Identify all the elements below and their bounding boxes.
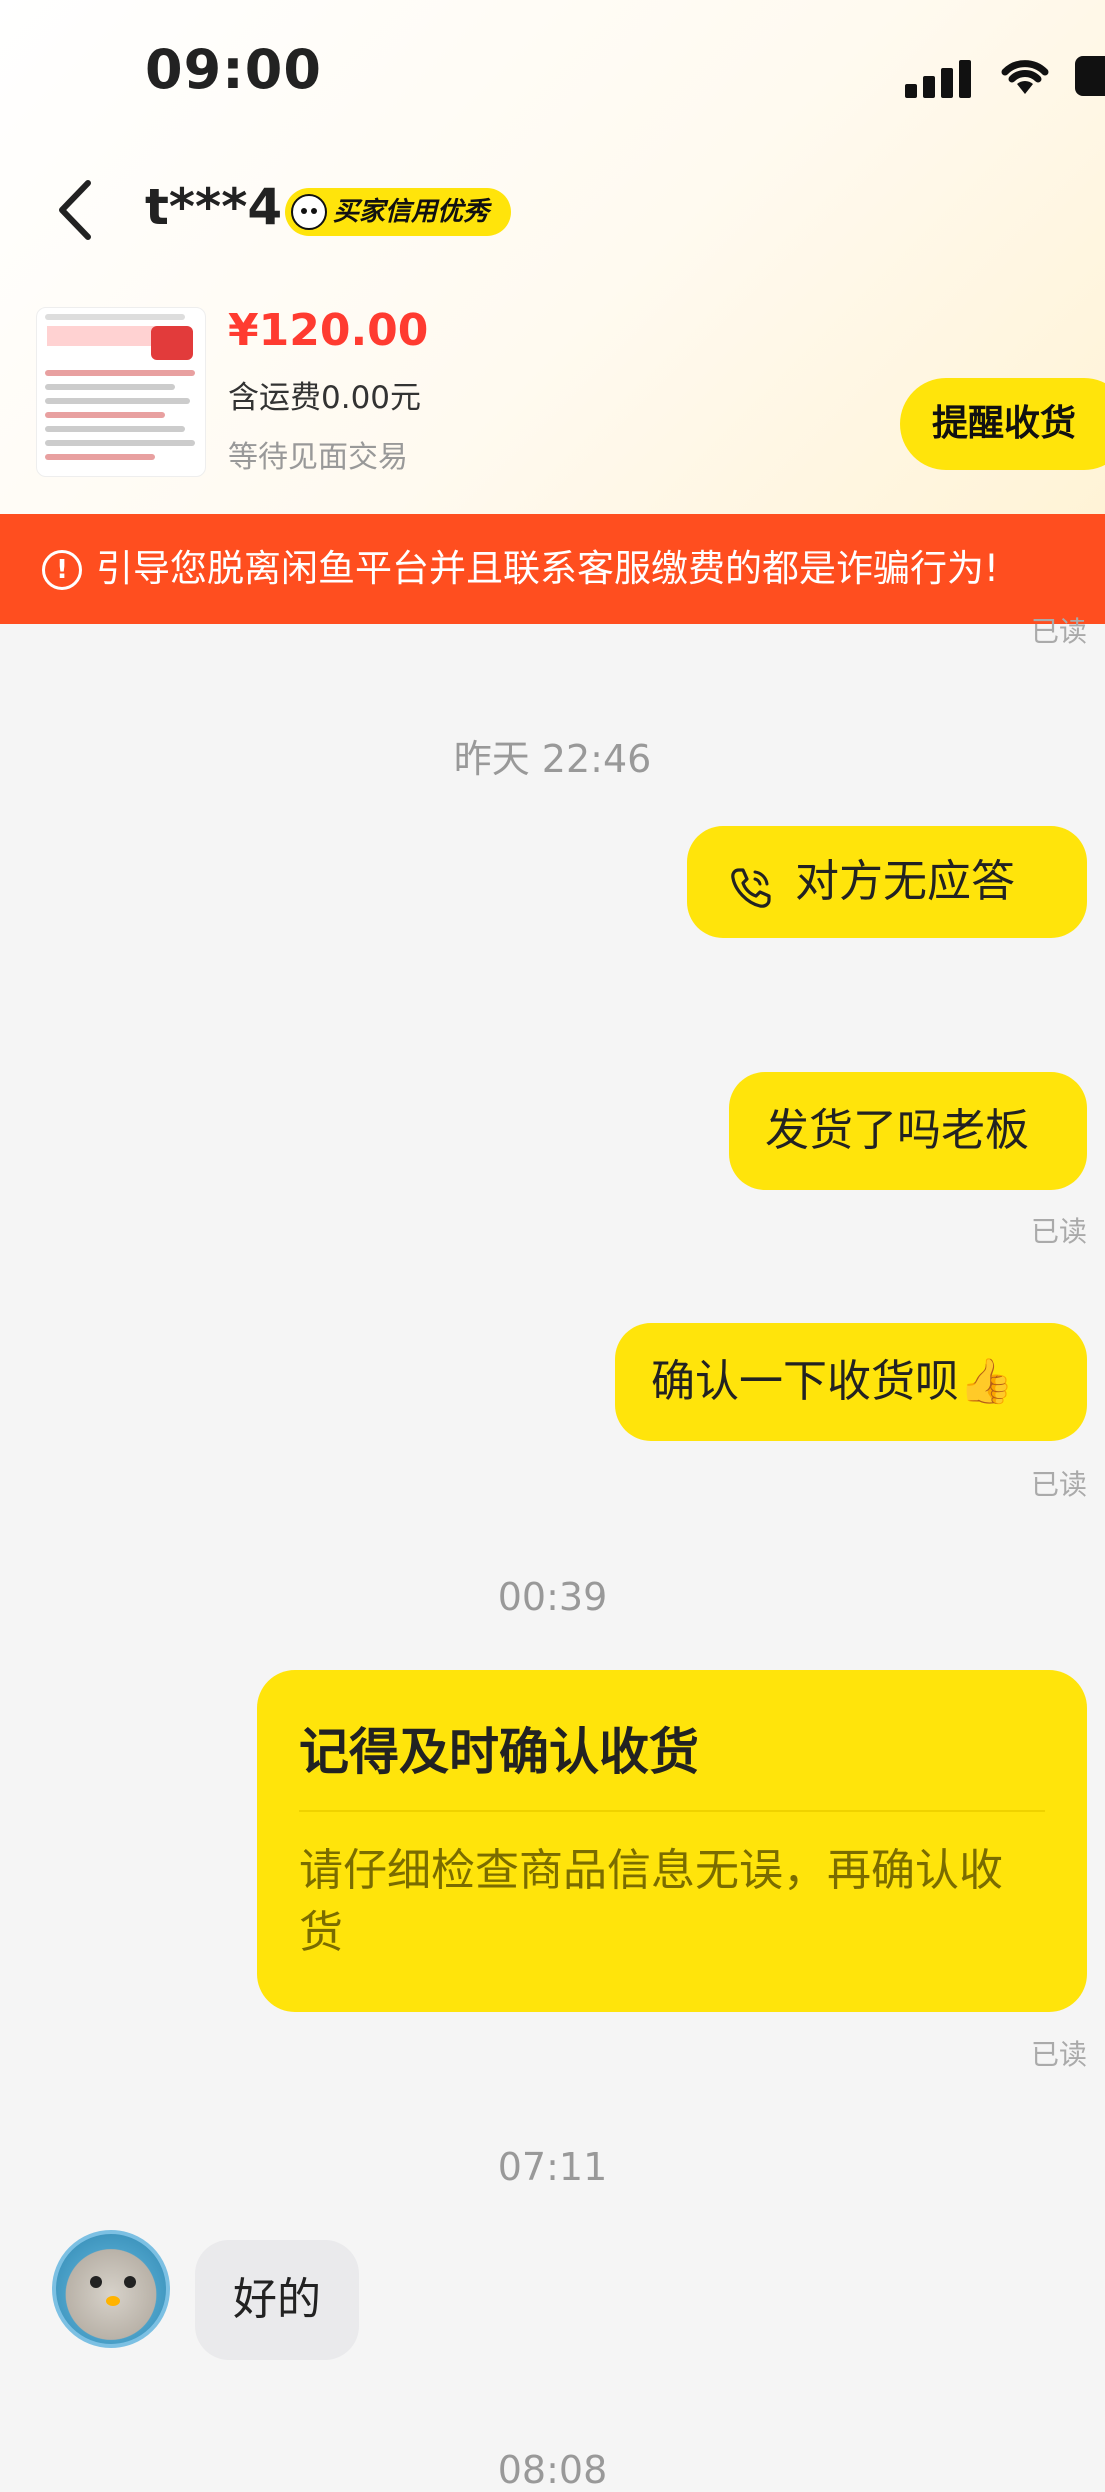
wifi-icon bbox=[1001, 60, 1049, 94]
warning-icon: ! bbox=[42, 550, 82, 590]
remind-receipt-button[interactable]: 提醒收货 bbox=[900, 378, 1105, 470]
message-bubble[interactable]: 发货了吗老板 bbox=[729, 1072, 1087, 1190]
credit-badge[interactable]: 买家信用优秀 bbox=[285, 188, 512, 236]
status-icons bbox=[905, 50, 1105, 100]
chat-partner-name[interactable]: t***4 bbox=[145, 178, 282, 236]
card-divider bbox=[299, 1810, 1045, 1812]
trade-status: 等待见面交易 bbox=[228, 440, 408, 475]
chat-timestamp: 昨天 22:46 bbox=[453, 737, 652, 781]
product-price: ¥120.00 bbox=[228, 305, 429, 356]
phone-call-icon bbox=[731, 868, 771, 908]
warning-text: 引导您脱离闲鱼平台并且联系客服缴费的都是诈骗行为! bbox=[96, 547, 999, 590]
read-receipt: 已读 bbox=[1030, 615, 1087, 648]
card-title: 记得及时确认收货 bbox=[299, 1723, 699, 1781]
confirm-receipt-card[interactable]: 记得及时确认收货 请仔细检查商品信息无误，再确认收货 bbox=[257, 1670, 1087, 2012]
signal-icon bbox=[905, 58, 975, 98]
card-body: 请仔细检查商品信息无误，再确认收货 bbox=[299, 1845, 1003, 1958]
chat-timestamp: 00:39 bbox=[497, 1575, 608, 1619]
message-bubble[interactable]: 确认一下收货呗👍 bbox=[615, 1323, 1087, 1441]
call-message-bubble[interactable]: 对方无应答 bbox=[687, 826, 1087, 938]
call-status-text: 对方无应答 bbox=[795, 856, 1015, 907]
incoming-message-bubble[interactable]: 好的 bbox=[195, 2240, 359, 2360]
fraud-warning-banner: ! 引导您脱离闲鱼平台并且联系客服缴费的都是诈骗行为! bbox=[0, 514, 1105, 624]
chat-timestamp: 07:11 bbox=[497, 2145, 608, 2189]
fish-face-icon bbox=[291, 194, 327, 230]
read-receipt: 已读 bbox=[1030, 2038, 1087, 2071]
read-receipt: 已读 bbox=[1030, 1468, 1087, 1501]
product-thumbnail[interactable] bbox=[36, 307, 206, 477]
read-receipt: 已读 bbox=[1030, 1215, 1087, 1248]
battery-icon bbox=[1075, 56, 1105, 96]
avatar[interactable] bbox=[52, 2230, 170, 2348]
credit-badge-label: 买家信用优秀 bbox=[333, 197, 490, 227]
back-icon[interactable] bbox=[50, 175, 100, 245]
chat-timestamp: 08:08 bbox=[497, 2448, 608, 2492]
shipping-fee: 含运费0.00元 bbox=[228, 380, 422, 416]
status-time: 09:00 bbox=[145, 38, 322, 101]
